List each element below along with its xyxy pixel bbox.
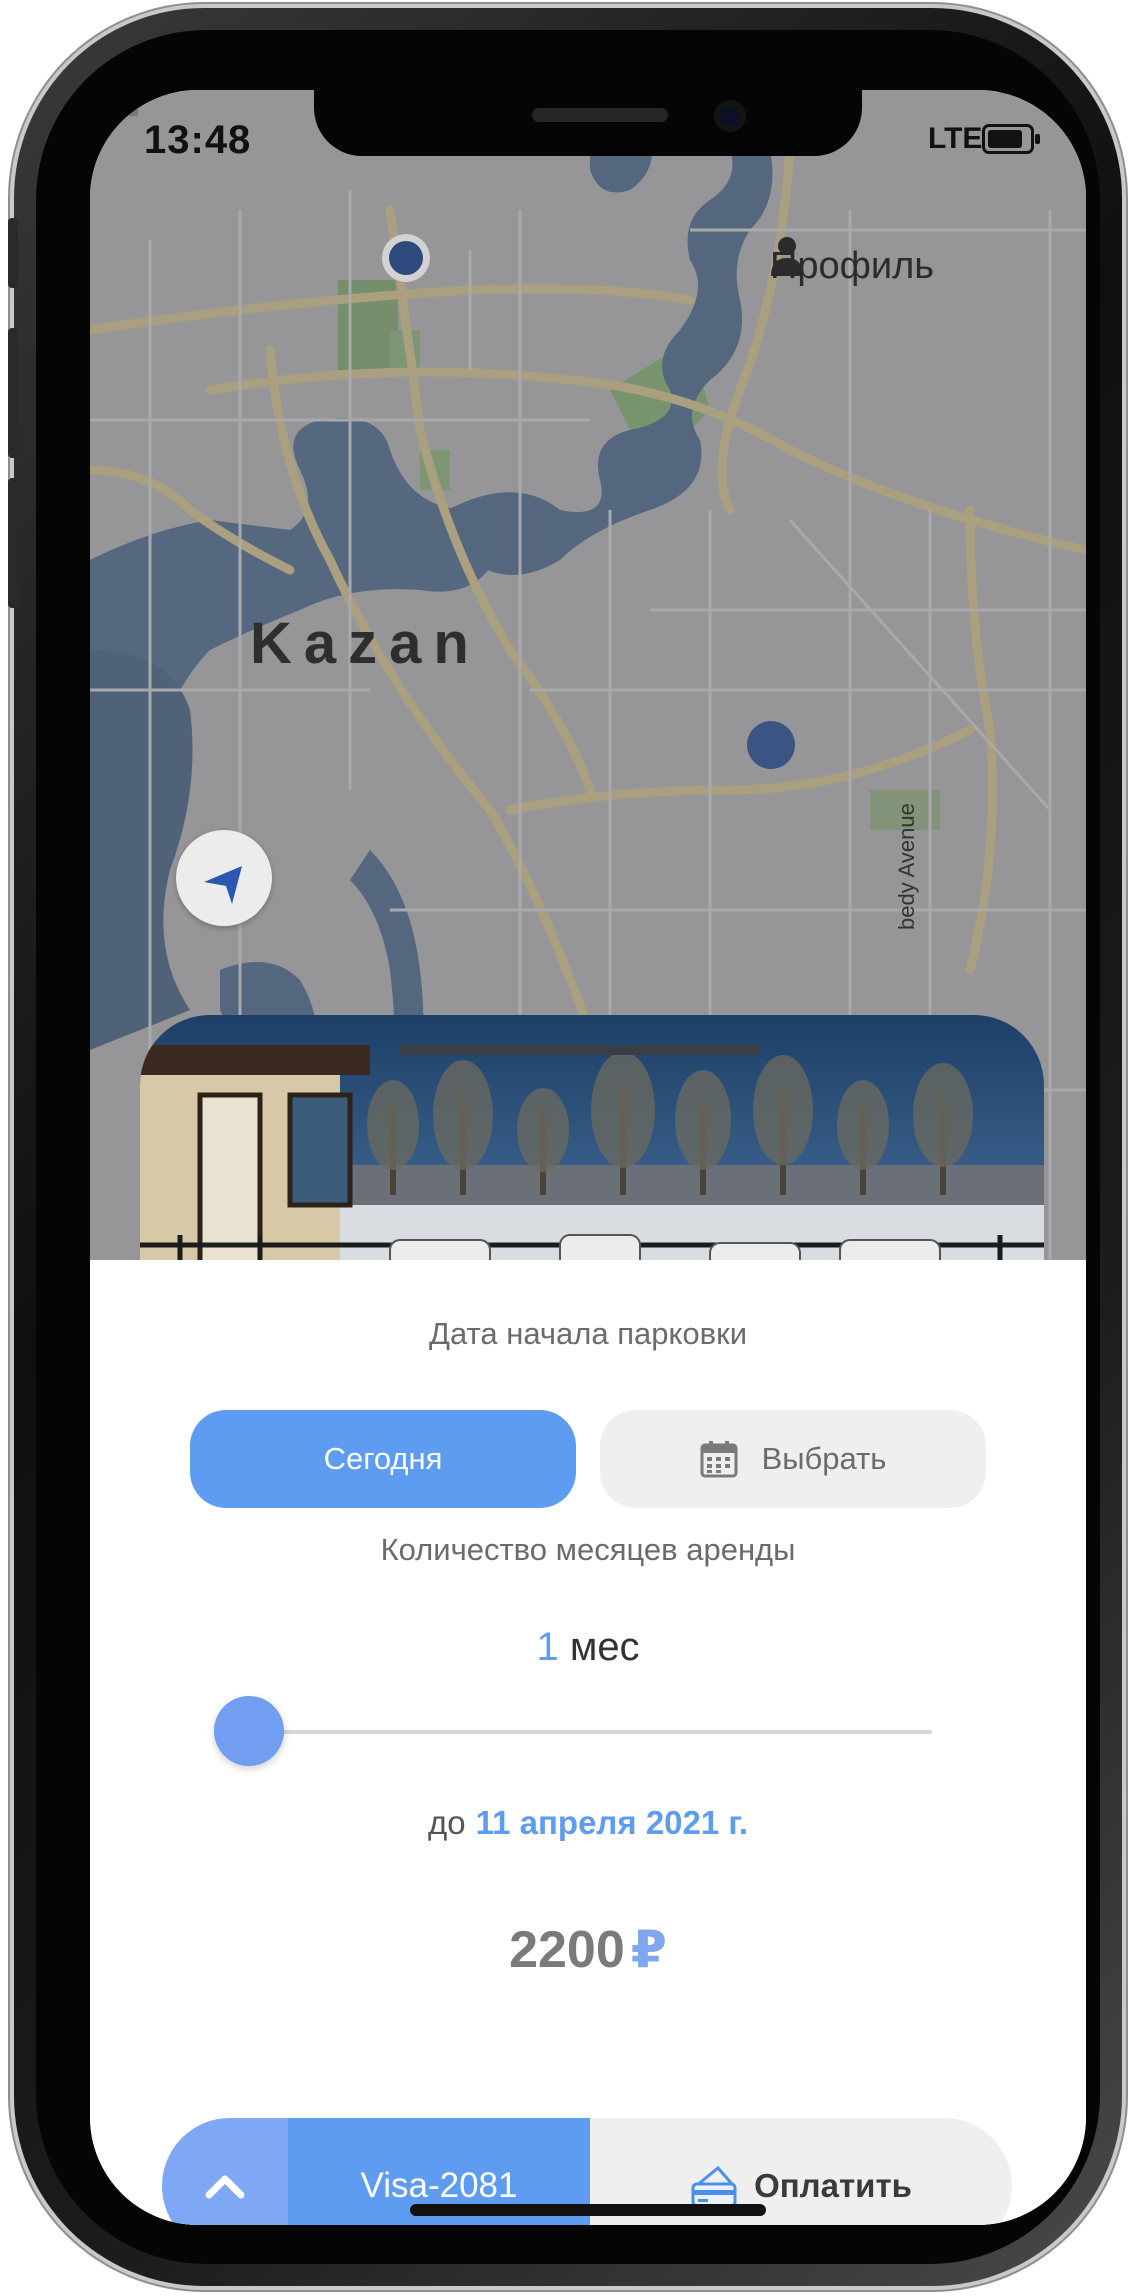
price-total: 2200 ₽: [90, 1920, 1086, 1980]
mute-switch: [8, 218, 18, 288]
pick-date-label: Выбрать: [761, 1441, 887, 1476]
navigation-arrow-icon: [204, 866, 242, 904]
pick-date-button[interactable]: Выбрать: [600, 1410, 986, 1508]
today-button-label: Сегодня: [323, 1441, 443, 1476]
until-date-row: до 11 апреля 2021 г.: [90, 1804, 1086, 1842]
currency-symbol: ₽: [630, 1921, 667, 1979]
months-readout: 1 мес: [90, 1625, 1086, 1670]
months-value: 1: [536, 1625, 559, 1669]
price-value: 2200: [509, 1921, 625, 1979]
payment-card-icon: [691, 2165, 737, 2208]
battery-icon: [982, 124, 1040, 154]
profile-button[interactable]: Профиль: [770, 236, 934, 296]
calendar-icon: [700, 1441, 738, 1478]
today-button[interactable]: Сегодня: [190, 1410, 576, 1508]
card-name-label: Visa-2081: [360, 2166, 518, 2205]
chevron-up-icon: [205, 2175, 245, 2199]
until-prefix: до: [427, 1804, 466, 1841]
months-label: Количество месяцев аренды: [380, 1532, 796, 1567]
until-date: 11 апреля 2021 г.: [475, 1804, 749, 1841]
status-time: 13:48: [144, 118, 252, 162]
months-slider-track[interactable]: [258, 1730, 932, 1734]
person-icon: [771, 237, 803, 276]
home-indicator: [410, 2204, 766, 2216]
volume-down-button: [8, 478, 18, 608]
months-unit: мес: [569, 1625, 640, 1669]
card-select-button[interactable]: [162, 2118, 288, 2225]
volume-up-button: [8, 328, 18, 458]
pay-button-label: Оплатить: [754, 2167, 912, 2204]
phone-screen: Kazan bedy Avenue Профиль 13:48 LTE Дата…: [90, 90, 1086, 2225]
network-label: LTE: [928, 122, 983, 155]
signal-icon: [90, 90, 138, 116]
start-date-label: Дата начала парковки: [428, 1316, 748, 1351]
months-slider-thumb[interactable]: [214, 1696, 284, 1766]
locate-me-button[interactable]: [176, 830, 272, 926]
front-camera: [714, 100, 746, 132]
speaker-grille: [532, 108, 668, 122]
street-label: bedy Avenue: [894, 803, 919, 930]
city-label: Kazan: [250, 611, 481, 676]
notch: [314, 90, 862, 156]
booking-sheet: Дата начала парковки Сегодня Выбрать Кол…: [90, 1260, 1086, 2225]
